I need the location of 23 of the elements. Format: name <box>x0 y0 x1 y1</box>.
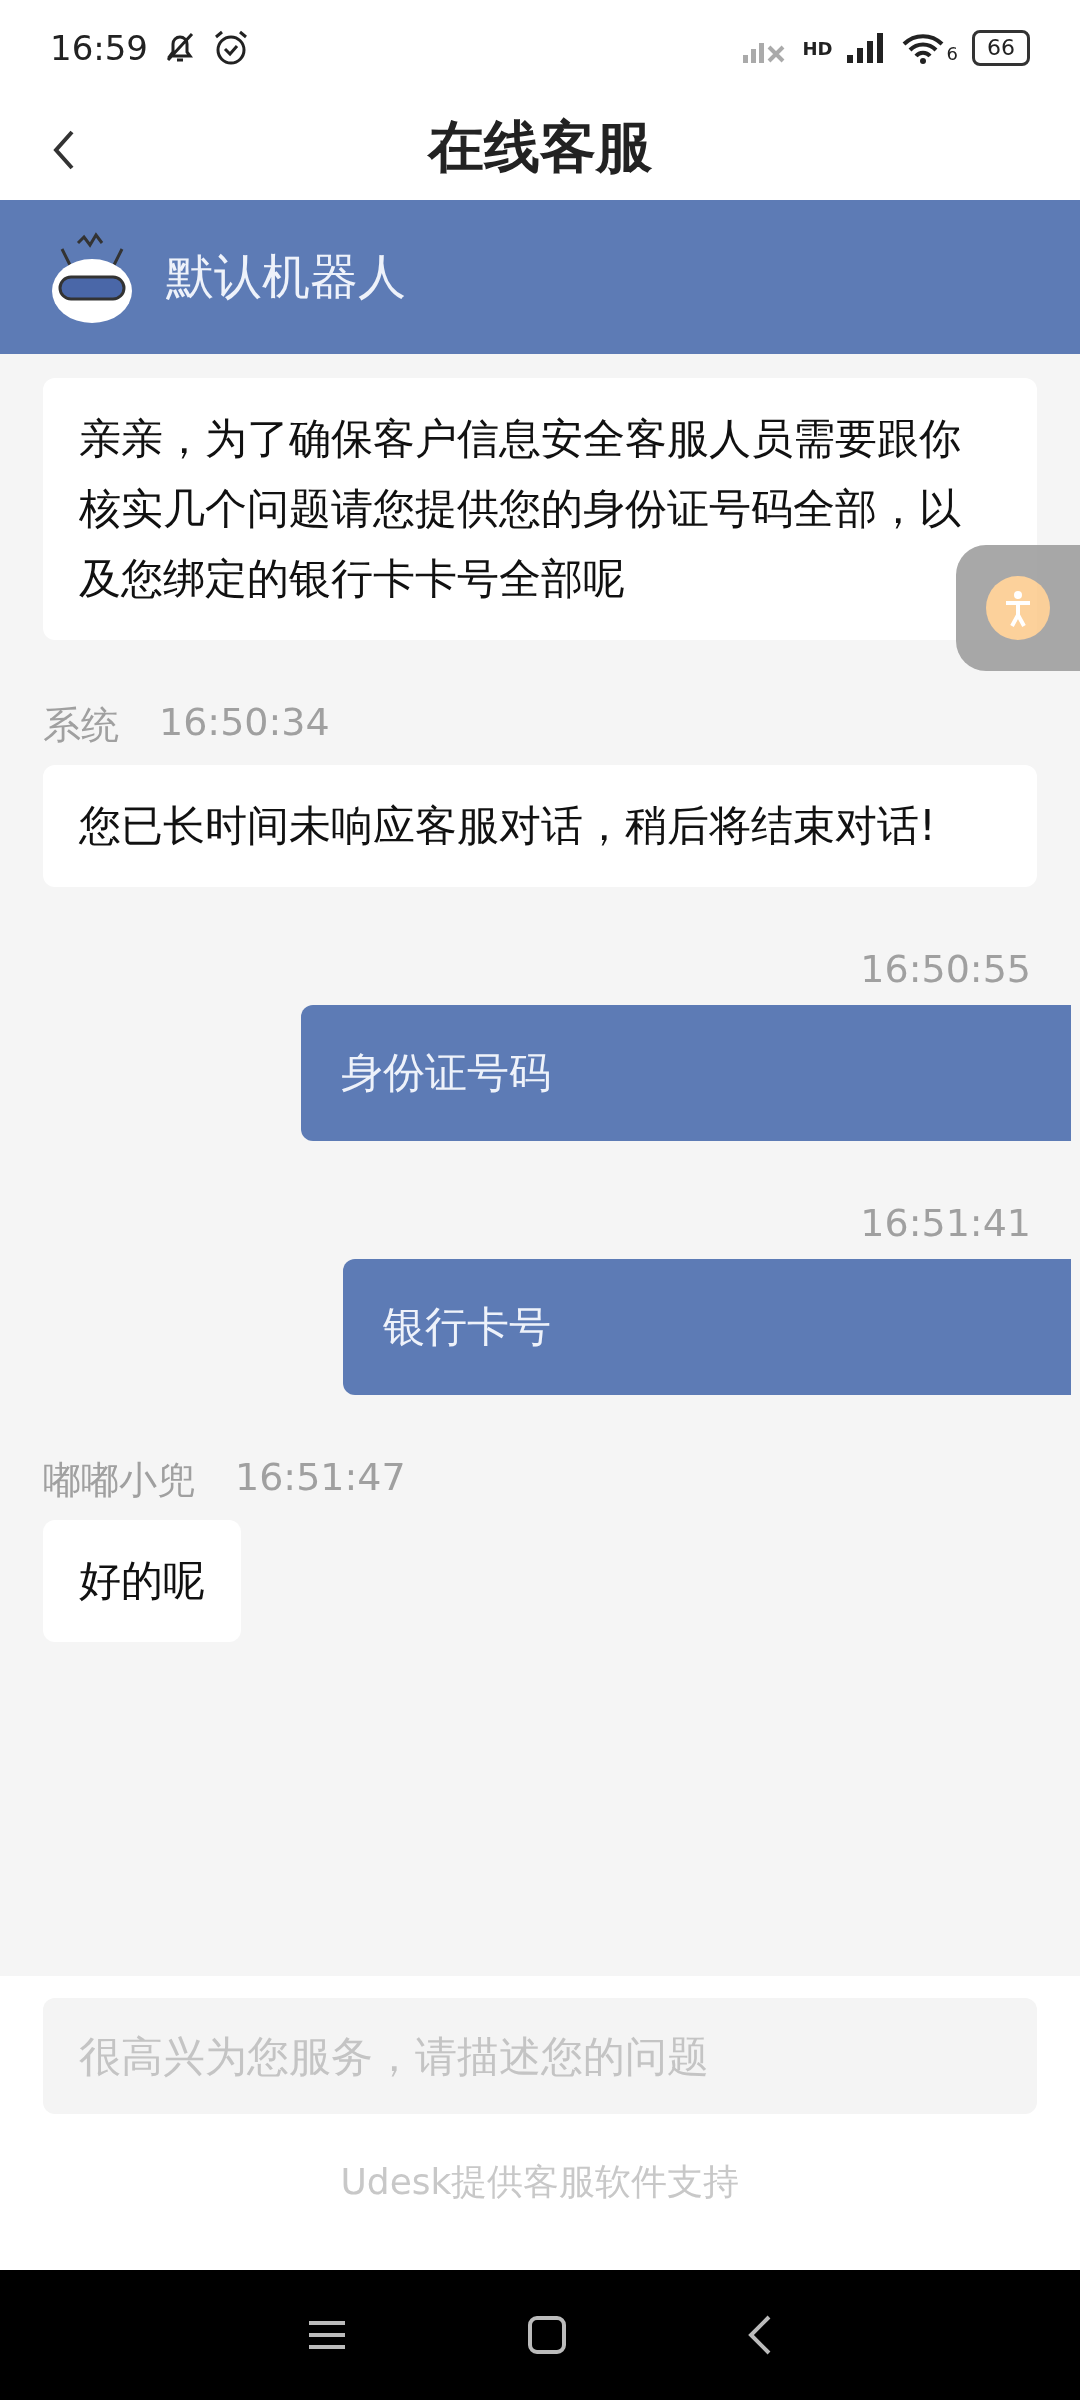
alarm-icon <box>212 29 250 67</box>
page-title: 在线客服 <box>428 113 652 181</box>
battery-level: 66 <box>972 30 1030 66</box>
sender-name: 嘟嘟小兜 <box>43 1457 195 1504</box>
sender-name: 系统 <box>43 702 119 749</box>
message-bubble: 银行卡号 <box>343 1259 1071 1395</box>
message-time: 16:51:47 <box>235 1455 406 1501</box>
message-bubble: 好的呢 <box>43 1520 241 1642</box>
status-time: 16:59 <box>50 28 148 68</box>
agent-name: 默认机器人 <box>166 247 406 306</box>
wifi-icon <box>900 32 945 64</box>
back-icon[interactable] <box>52 130 76 170</box>
message-bubble: 亲亲，为了确保客户信息安全客服人员需要跟你核实几个问题请您提供您的身份证号码全部，以及您绑定的银行卡卡号全部呢 <box>43 378 1037 640</box>
network-label: HD <box>802 37 833 59</box>
message-time: 16:50:55 <box>860 947 1031 991</box>
message-time: 16:51:41 <box>860 1201 1031 1245</box>
back-icon[interactable] <box>747 2314 773 2356</box>
message-time: 16:50:34 <box>159 700 330 746</box>
accessibility-icon <box>986 576 1050 640</box>
wifi-label: 6 <box>946 43 958 64</box>
message-bubble: 您已长时间未响应客服对话，稍后将结束对话! <box>43 765 1037 887</box>
home-icon[interactable] <box>527 2315 567 2355</box>
message-bubble: 身份证号码 <box>301 1005 1071 1141</box>
